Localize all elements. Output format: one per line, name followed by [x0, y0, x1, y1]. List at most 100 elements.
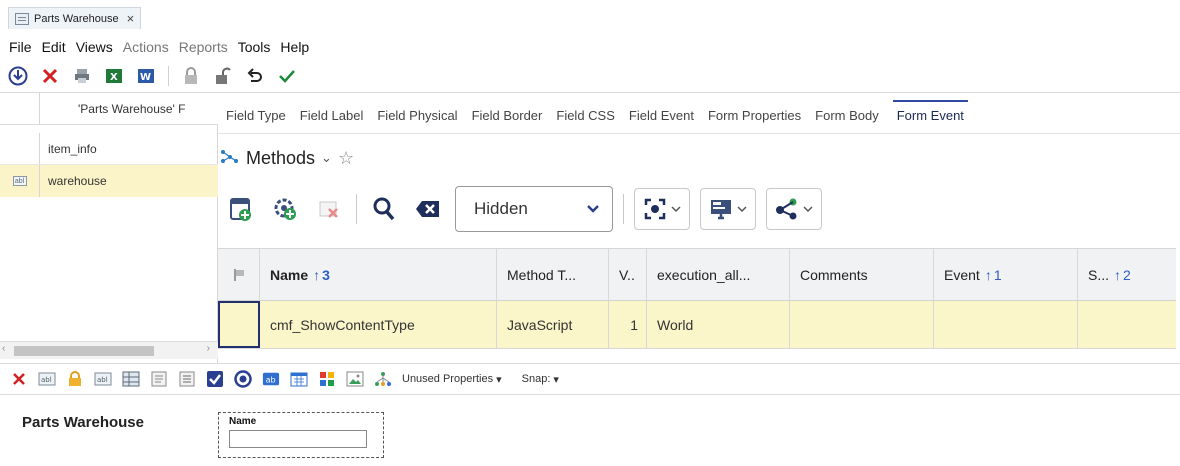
menu-tools[interactable]: Tools	[238, 39, 277, 55]
visibility-select[interactable]: Hidden	[455, 186, 613, 232]
methods-title[interactable]: Methods	[246, 148, 315, 169]
display-dropdown[interactable]	[700, 188, 756, 230]
row-selector-cell[interactable]	[218, 301, 260, 348]
tab-field-event[interactable]: Field Event	[629, 108, 702, 133]
unused-properties-dropdown[interactable]: Unused Properties ▾	[402, 373, 502, 386]
table-row[interactable]: cmf_ShowContentType JavaScript 1 World	[218, 301, 1176, 349]
snap-dropdown[interactable]: Snap: ▾	[522, 373, 559, 386]
search-icon[interactable]	[367, 190, 401, 228]
checkbox-field-icon[interactable]	[206, 370, 224, 388]
delete-field-icon[interactable]	[10, 370, 28, 388]
form-icon	[15, 12, 29, 25]
favorite-star-icon[interactable]: ☆	[338, 148, 354, 169]
clear-search-icon[interactable]	[411, 190, 445, 228]
designer-toolbar: abl abl ab Unused Properties ▾ Snap: ▾	[0, 363, 1180, 395]
image-field-icon[interactable]	[346, 370, 364, 388]
undo-icon[interactable]	[245, 66, 265, 86]
new-method-button[interactable]	[224, 190, 258, 228]
share-dropdown[interactable]	[766, 188, 822, 230]
column-header-version[interactable]: V..	[609, 249, 647, 300]
grid-field-icon[interactable]	[122, 370, 140, 388]
cell-method-type[interactable]: JavaScript	[497, 301, 609, 348]
color-field-icon[interactable]	[318, 370, 336, 388]
methods-icon	[220, 149, 240, 168]
tab-field-css[interactable]: Field CSS	[556, 108, 623, 133]
print-icon[interactable]	[72, 66, 92, 86]
delete-icon[interactable]	[40, 66, 60, 86]
menu-views[interactable]: Views	[76, 39, 119, 55]
column-header-label: execution_all...	[657, 266, 751, 283]
form-tree-panel: 'Parts Warehouse' F item_info abl wareho…	[0, 93, 218, 365]
check-icon[interactable]	[277, 66, 297, 86]
label-field-icon[interactable]: abl	[94, 370, 112, 388]
cell-event[interactable]	[934, 301, 1078, 348]
column-header-comments[interactable]: Comments	[790, 249, 934, 300]
download-icon[interactable]	[8, 66, 28, 86]
toolbar-separator	[168, 66, 169, 86]
column-header-event[interactable]: Event ↑ 1	[934, 249, 1078, 300]
views-dropdown[interactable]	[634, 188, 690, 230]
tab-form-body[interactable]: Form Body	[815, 108, 887, 133]
svg-text:W: W	[140, 72, 151, 83]
svg-text:abl: abl	[97, 376, 108, 384]
add-method-gear-button[interactable]	[268, 190, 302, 228]
column-header-method-type[interactable]: Method T...	[497, 249, 609, 300]
tab-field-border[interactable]: Field Border	[472, 108, 551, 133]
column-header-s[interactable]: S... ↑ 2	[1078, 249, 1176, 300]
main-toolbar: X W	[0, 60, 1180, 93]
tab-form-event[interactable]: Form Event	[892, 100, 968, 133]
scroll-left-icon[interactable]: ‹	[2, 343, 5, 354]
cell-version[interactable]: 1	[609, 301, 647, 348]
word-icon[interactable]: W	[136, 66, 156, 86]
chevron-down-icon	[803, 206, 813, 213]
methods-grid: Name ↑ 3 Method T... V.. execution_all..…	[218, 248, 1176, 350]
textbox-icon[interactable]: abl	[38, 370, 56, 388]
toolbar-separator	[356, 194, 357, 224]
column-header-name[interactable]: Name ↑ 3	[260, 249, 497, 300]
tab-form-properties[interactable]: Form Properties	[708, 108, 809, 133]
date-field-icon[interactable]	[290, 370, 308, 388]
menu-actions[interactable]: Actions	[123, 39, 175, 55]
text-input-field-icon[interactable]: ab	[262, 370, 280, 388]
flag-icon	[233, 268, 244, 281]
toolbar-separator	[623, 194, 624, 224]
lock-icon[interactable]	[181, 66, 201, 86]
unlock-icon[interactable]	[213, 66, 233, 86]
tab-field-label[interactable]: Field Label	[300, 108, 372, 133]
visibility-select-value: Hidden	[474, 199, 528, 218]
tab-field-physical[interactable]: Field Physical	[377, 108, 465, 133]
excel-icon[interactable]: X	[104, 66, 124, 86]
memo-field-icon[interactable]	[150, 370, 168, 388]
remove-method-button[interactable]	[312, 190, 346, 228]
cell-comments[interactable]	[790, 301, 934, 348]
list-field-icon[interactable]	[178, 370, 196, 388]
chevron-down-icon	[737, 206, 747, 213]
cell-name[interactable]: cmf_ShowContentType	[260, 301, 497, 348]
tree-item-label: warehouse	[48, 174, 107, 188]
cell-s[interactable]	[1078, 301, 1176, 348]
column-header-execution-allowed[interactable]: execution_all...	[647, 249, 790, 300]
padlock-icon[interactable]	[66, 370, 84, 388]
name-field-input[interactable]	[229, 430, 367, 448]
close-tab-icon[interactable]: ×	[127, 11, 135, 26]
chevron-down-icon[interactable]: ⌄	[321, 150, 332, 166]
tree-field-icon[interactable]	[374, 370, 392, 388]
scrollbar-thumb[interactable]	[14, 346, 154, 356]
menu-edit[interactable]: Edit	[42, 39, 72, 55]
name-field-placeholder[interactable]: Name	[218, 412, 384, 458]
menu-file[interactable]: File	[9, 39, 38, 55]
menu-help[interactable]: Help	[280, 39, 315, 55]
scroll-right-icon[interactable]: ›	[207, 343, 210, 354]
tab-field-type[interactable]: Field Type	[226, 108, 294, 133]
menu-reports[interactable]: Reports	[179, 39, 234, 55]
radio-field-icon[interactable]	[234, 370, 252, 388]
flag-column-header[interactable]	[218, 249, 260, 300]
document-tab-bar: Parts Warehouse ×	[0, 0, 1180, 33]
tree-item-item-info[interactable]: item_info	[0, 133, 218, 165]
column-header-label: Comments	[800, 266, 868, 283]
cell-execution-allowed[interactable]: World	[647, 301, 790, 348]
tree-horizontal-scrollbar[interactable]: ‹ ›	[0, 341, 218, 359]
form-designer-canvas[interactable]	[0, 396, 1180, 466]
document-tab-parts-warehouse[interactable]: Parts Warehouse ×	[8, 7, 142, 29]
tree-item-warehouse[interactable]: abl warehouse	[0, 165, 218, 197]
